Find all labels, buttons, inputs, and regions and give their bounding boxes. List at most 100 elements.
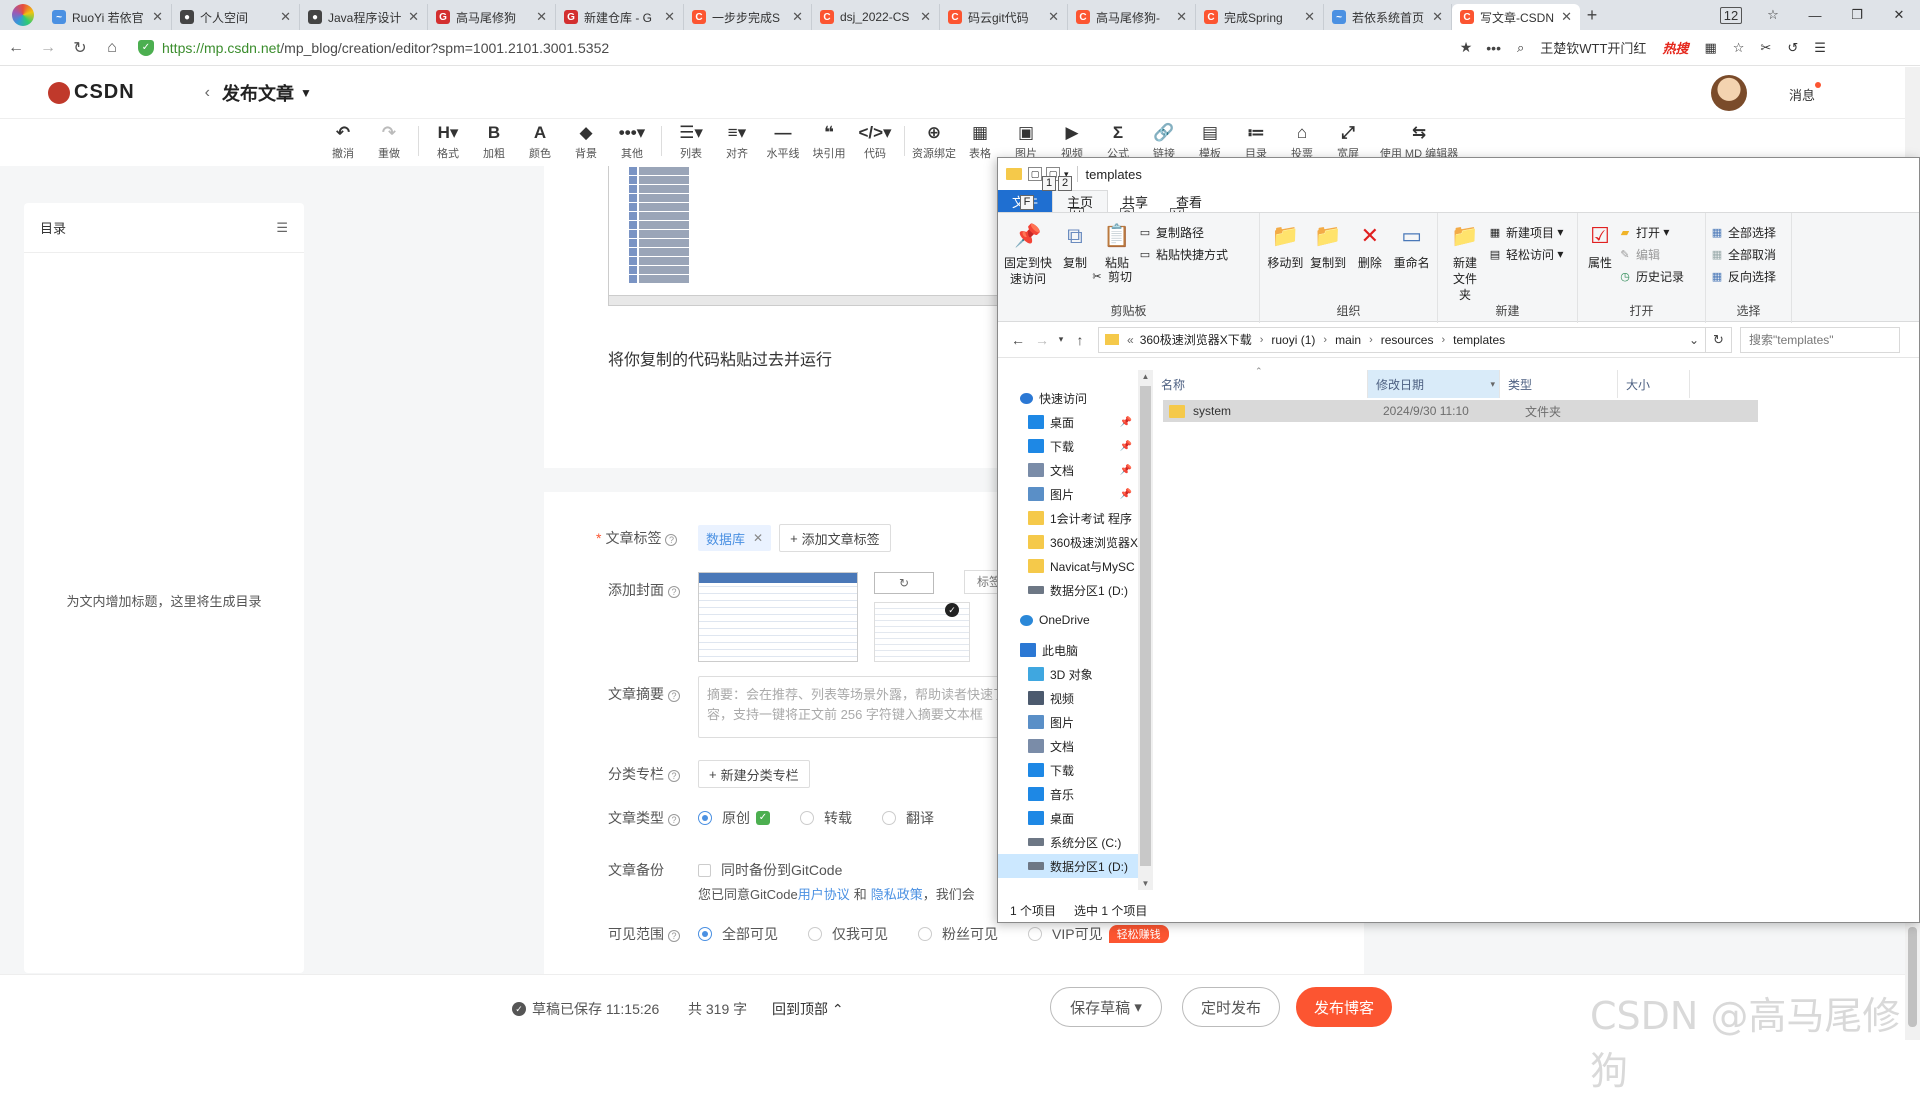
tab-close-icon[interactable]: ✕: [1304, 9, 1315, 25]
breadcrumb-item[interactable]: resources: [1381, 333, 1434, 347]
tag-chip[interactable]: 数据库 ✕: [698, 525, 772, 551]
toolbar-button-8[interactable]: ≡▾ 对齐: [714, 120, 760, 161]
cover-alt-image[interactable]: ✓: [874, 602, 970, 662]
hot-search-badge[interactable]: 热搜: [1662, 38, 1688, 57]
scissors-icon[interactable]: ✂: [1760, 40, 1771, 56]
more-icon[interactable]: •••: [1486, 40, 1501, 56]
toolbar-button-7[interactable]: ☰▾ 列表: [668, 120, 714, 161]
breadcrumb[interactable]: « 360极速浏览器X下载 › ruoyi (1) › main › resource…: [1098, 326, 1706, 353]
nav-item[interactable]: 桌面 📌: [998, 410, 1138, 434]
explorer-forward-button[interactable]: →: [1030, 332, 1054, 348]
backup-checkbox[interactable]: [698, 863, 711, 877]
invert-selection-button[interactable]: ▦ 反向选择: [1710, 265, 1776, 287]
menu-icon[interactable]: ☰: [1814, 40, 1826, 56]
new-column-button[interactable]: + 新建分类专栏: [698, 760, 810, 788]
breadcrumb-item[interactable]: templates: [1453, 333, 1505, 347]
history-button[interactable]: ◷ 历史记录: [1618, 265, 1684, 287]
tab-close-icon[interactable]: ✕: [408, 9, 419, 25]
minimize-button[interactable]: —: [1794, 8, 1836, 23]
cover-image[interactable]: [698, 572, 858, 662]
pin-icon[interactable]: 📌: [1120, 441, 1132, 452]
visibility-all-radio[interactable]: 全部可见: [698, 924, 778, 944]
toolbar-button-12[interactable]: ⊕ 资源绑定: [911, 120, 957, 161]
type-original-radio[interactable]: 原创 ✓: [698, 808, 770, 828]
tab-close-icon[interactable]: ✕: [792, 9, 803, 25]
open-button[interactable]: ▰ 打开 ▾: [1618, 221, 1684, 243]
nav-item[interactable]: 文档: [998, 734, 1138, 758]
toolbar-button-3[interactable]: B 加粗: [471, 120, 517, 161]
tab-close-icon[interactable]: ✕: [1048, 9, 1059, 25]
toolbar-button-13[interactable]: ▦ 表格: [957, 120, 1003, 161]
nav-item[interactable]: 数据分区1 (D:): [998, 578, 1138, 602]
type-translate-radio[interactable]: 翻译: [882, 808, 934, 828]
undo-icon[interactable]: ↺: [1787, 40, 1798, 56]
refresh-button[interactable]: ↻: [1706, 326, 1732, 353]
close-window-button[interactable]: ✕: [1878, 7, 1920, 23]
nav-item[interactable]: 音乐: [998, 782, 1138, 806]
toolbar-button-17[interactable]: 🔗 链接: [1141, 120, 1187, 161]
home-button[interactable]: ⌂: [96, 39, 128, 57]
tab-close-icon[interactable]: ✕: [920, 9, 931, 25]
nav-item[interactable]: Navicat与MySC: [998, 554, 1138, 578]
explorer-back-button[interactable]: ←: [1006, 332, 1030, 348]
toolbar-button-4[interactable]: A 颜色: [517, 120, 563, 161]
nav-item[interactable]: 下载 📌: [998, 434, 1138, 458]
browser-logo-icon[interactable]: [12, 4, 34, 26]
toolbar-button-14[interactable]: ▣ 图片: [1003, 120, 1049, 161]
page-title[interactable]: ‹ 发布文章 ▼: [205, 80, 312, 106]
toolbar-button-2[interactable]: H▾ 格式: [425, 120, 471, 161]
up-button[interactable]: ↑: [1068, 332, 1092, 348]
toolbar-button-22[interactable]: ⇆ 使用 MD 编辑器: [1371, 120, 1467, 161]
restore-button[interactable]: ❐: [1836, 7, 1878, 23]
breadcrumb-item[interactable]: main: [1335, 333, 1361, 347]
add-tag-button[interactable]: + 添加文章标签: [779, 524, 891, 552]
browser-tab[interactable]: G 新建仓库 - G ✕: [556, 4, 684, 30]
user-agreement-link[interactable]: 用户协议: [798, 884, 850, 903]
tab-close-icon[interactable]: ✕: [1561, 9, 1572, 25]
toolbar-button-16[interactable]: Σ 公式: [1095, 120, 1141, 161]
pin-icon[interactable]: 📌: [1120, 465, 1132, 476]
cover-refresh-button[interactable]: ↻: [874, 572, 934, 594]
toolbar-button-20[interactable]: ⌂ 投票: [1279, 120, 1325, 161]
avatar[interactable]: [1711, 75, 1747, 111]
back-button[interactable]: ←: [0, 39, 32, 57]
column-date[interactable]: 修改日期 ▾: [1368, 370, 1500, 398]
file-row[interactable]: system 2024/9/30 11:10 文件夹: [1163, 400, 1758, 422]
breadcrumb-item[interactable]: ruoyi (1): [1271, 333, 1315, 347]
tab-count-badge[interactable]: 12: [1710, 6, 1752, 24]
quick-access-properties-icon[interactable]: ▢: [1028, 167, 1042, 181]
new-tab-button[interactable]: +: [1580, 5, 1604, 26]
tab-close-icon[interactable]: ✕: [1176, 9, 1187, 25]
visibility-me-radio[interactable]: 仅我可见: [808, 924, 888, 944]
toolbar-button-5[interactable]: ◆ 背景: [563, 120, 609, 161]
toolbar-button-6[interactable]: •••▾ 其他: [609, 120, 655, 161]
easy-access-button[interactable]: ▤ 轻松访问 ▾: [1488, 243, 1564, 265]
type-repost-radio[interactable]: 转载: [800, 808, 852, 828]
browser-tab[interactable]: C 码云git代码 ✕: [940, 4, 1068, 30]
browser-tab[interactable]: C 完成Spring ✕: [1196, 4, 1324, 30]
pin-icon[interactable]: 📌: [1120, 489, 1132, 500]
browser-tab[interactable]: Cdsj_2022-CS ✕: [812, 4, 940, 30]
browser-tab[interactable]: C 高马尾修狗- ✕: [1068, 4, 1196, 30]
cut-button[interactable]: ✂ 剪切: [1090, 265, 1228, 287]
messages-link[interactable]: 消息: [1789, 82, 1821, 104]
tab-close-icon[interactable]: ✕: [536, 9, 547, 25]
column-name[interactable]: 名称 ⌃: [1153, 366, 1368, 398]
select-none-button[interactable]: ▦ 全部取消: [1710, 243, 1776, 265]
nav-item[interactable]: 文档 📌: [998, 458, 1138, 482]
forward-button[interactable]: →: [32, 39, 64, 57]
browser-tab[interactable]: C 写文章-CSDN ✕: [1452, 4, 1580, 30]
search-icon[interactable]: ⌕: [1517, 40, 1524, 56]
toolbar-button-0[interactable]: ↶ 撤消: [320, 120, 366, 161]
nav-item[interactable]: 3D 对象: [998, 662, 1138, 686]
toolbar-button-19[interactable]: ≔ 目录: [1233, 120, 1279, 161]
edit-button[interactable]: ✎ 编辑: [1618, 243, 1684, 265]
nav-item[interactable]: 1会计考试 程序: [998, 506, 1138, 530]
favorites-icon[interactable]: ☆: [1752, 7, 1794, 23]
nav-item[interactable]: 快速访问: [998, 386, 1138, 410]
nav-item[interactable]: 下载: [998, 758, 1138, 782]
toolbar-button-9[interactable]: ― 水平线: [760, 120, 806, 161]
visibility-fans-radio[interactable]: 粉丝可见: [918, 924, 998, 944]
browser-tab[interactable]: ● 个人空间 ✕: [172, 4, 300, 30]
toolbar-button-1[interactable]: ↷ 重做: [366, 120, 412, 161]
